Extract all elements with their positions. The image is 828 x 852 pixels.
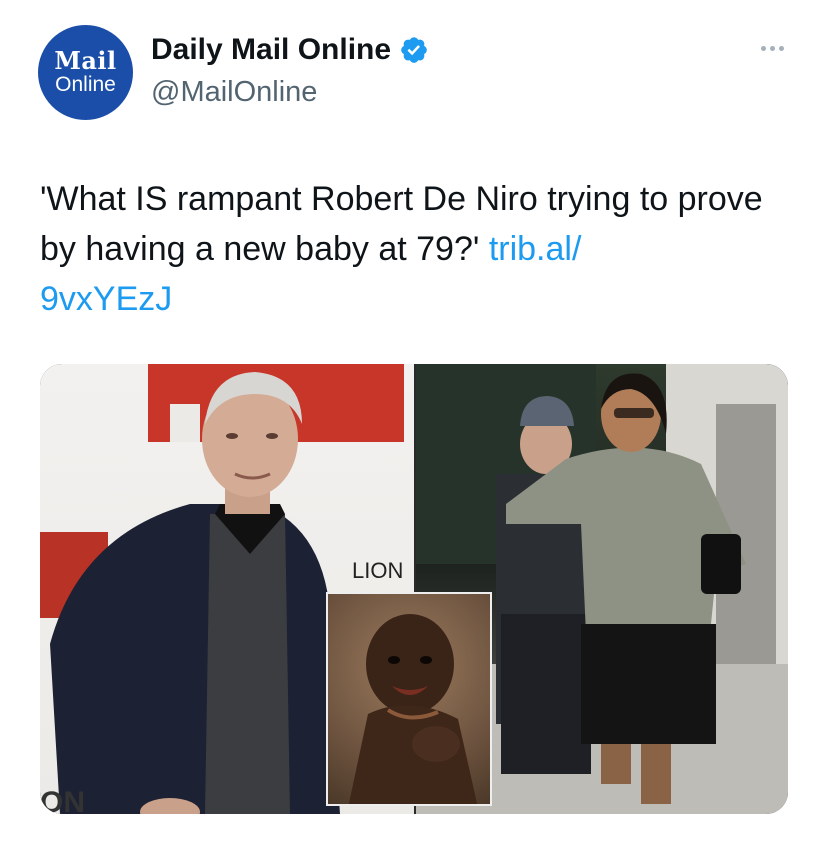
tweet-link-part2: 9vxYEzJ: [40, 280, 173, 318]
verified-badge-icon: [399, 35, 429, 65]
tweet-link-part1: trib.al/: [488, 230, 582, 268]
backdrop-text-bottom: ON: [40, 786, 85, 814]
more-dots-icon[interactable]: [752, 36, 792, 60]
tweet-body: 'What IS rampant Robert De Niro trying t…: [40, 180, 763, 268]
backdrop-text-mid: LION: [352, 558, 403, 583]
tweet-media[interactable]: LION ON: [40, 364, 788, 814]
avatar-logo-subtext: Online: [55, 72, 116, 96]
author-name-row: Daily Mail Online: [151, 32, 429, 68]
display-name[interactable]: Daily Mail Online: [151, 32, 391, 68]
author-handle[interactable]: @MailOnline: [151, 74, 317, 110]
media-photo-baby-inset[interactable]: [326, 592, 492, 806]
avatar[interactable]: Mail Online: [38, 25, 133, 120]
tweet-card: Mail Online Daily Mail Online @MailOnlin…: [0, 0, 828, 852]
photo-illustration-baby: [348, 614, 478, 804]
avatar-logo-text: Mail: [54, 45, 117, 75]
tweet-text: 'What IS rampant Robert De Niro trying t…: [40, 174, 780, 324]
